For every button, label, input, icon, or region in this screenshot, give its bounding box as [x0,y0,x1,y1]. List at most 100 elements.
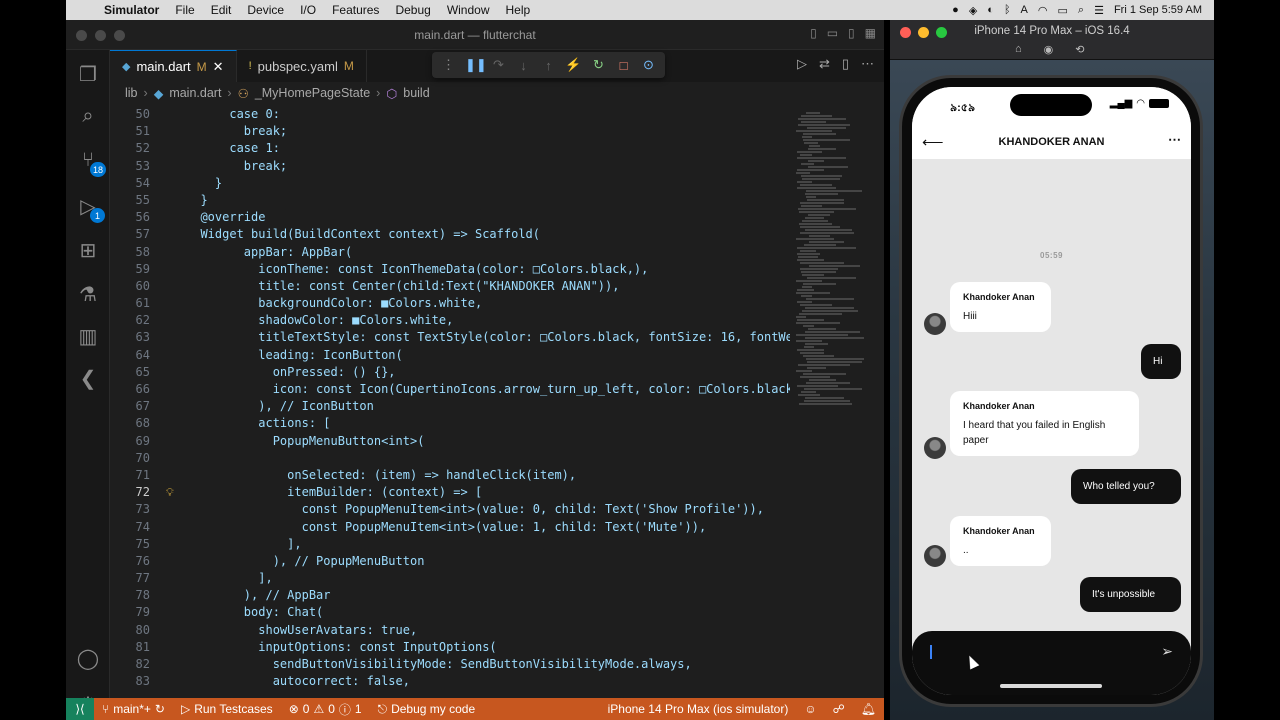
code-line[interactable]: 56 @override [110,209,790,226]
step-into-icon[interactable]: ↓ [515,58,532,73]
gutter[interactable] [166,673,186,690]
code-editor[interactable]: 50 case 0: 51 break; 52 case 1: 53 break; 54… [110,106,790,696]
code-line[interactable]: 55 } [110,192,790,209]
gutter[interactable] [166,192,186,209]
line-number[interactable]: 54 [110,175,166,192]
code-line[interactable]: 79 body: Chat( [110,604,790,621]
control-icon[interactable]: ◐ [987,4,994,16]
code-line[interactable]: 66 icon: const Icon(CupertinoIcons.arrow… [110,381,790,398]
menu-debug[interactable]: Debug [387,3,438,17]
gutter[interactable] [166,347,186,364]
menu-help[interactable]: Help [498,3,539,17]
control-center-icon[interactable]: ☰ [1094,4,1104,17]
menu-app-name[interactable]: Simulator [96,3,167,17]
device-selector[interactable]: iPhone 14 Pro Max (ios simulator) [600,702,797,716]
gutter[interactable] [166,295,186,312]
input-source-icon[interactable]: A [1021,4,1028,16]
run-icon[interactable]: ▷ [797,56,807,72]
pause-icon[interactable]: ❚❚ [465,57,487,73]
line-number[interactable]: 56 [110,209,166,226]
code-line[interactable]: 58 appBar: AppBar( [110,244,790,261]
lightbulb-icon[interactable]: 💡︎ [166,486,174,499]
code-line[interactable]: 71 onSelected: (item) => handleClick(ite… [110,467,790,484]
tab-main-dart[interactable]: ◆ main.dart M ✕ [110,50,237,82]
breadcrumb-class[interactable]: _MyHomePageState [255,86,370,100]
menu-edit[interactable]: Edit [203,3,240,17]
code-line[interactable]: 59 iconTheme: const IconThemeData(color:… [110,261,790,278]
line-number[interactable]: 76 [110,553,166,570]
wifi-icon[interactable]: ◠ [1038,4,1048,17]
customize-layout-icon[interactable]: ▦ [865,26,876,40]
line-number[interactable]: 67 [110,398,166,415]
line-number[interactable]: 78 [110,587,166,604]
code-line[interactable]: 64 leading: IconButton( [110,347,790,364]
testing-icon[interactable]: ⚗ [66,276,110,312]
avatar[interactable] [924,313,946,335]
notifications-icon[interactable]: 🔔︎ [853,702,884,716]
menubar-clock[interactable]: Fri 1 Sep 5:59 AM [1114,4,1202,16]
line-number[interactable]: 79 [110,604,166,621]
message-bubble-outgoing[interactable]: Who telled you? [1071,469,1181,504]
line-number[interactable]: 59 [110,261,166,278]
line-number[interactable]: 73 [110,501,166,518]
code-line[interactable]: 83 autocorrect: false, [110,673,790,690]
more-actions-icon[interactable]: ⋯ [861,56,874,72]
remote-indicator-icon[interactable]: ⟩⟨ [66,698,94,720]
toggle-secondary-icon[interactable]: ▯ [848,26,855,40]
avatar[interactable] [924,437,946,459]
code-line[interactable]: 53 break; [110,158,790,175]
gutter[interactable] [166,622,186,639]
minimize-button[interactable] [95,30,106,41]
menu-io[interactable]: I/O [292,3,324,17]
close-tab-icon[interactable]: ✕ [213,59,224,75]
line-number[interactable]: 64 [110,347,166,364]
code-line[interactable]: 67 ), // IconButton [110,398,790,415]
gutter[interactable] [166,433,186,450]
toggle-panel-icon[interactable]: ▭ [827,26,838,40]
battery-icon[interactable]: ▭ [1058,4,1068,17]
code-line[interactable]: 60 title: const Center(child:Text("KHAND… [110,278,790,295]
gutter[interactable]: 💡︎ [166,484,186,501]
code-line[interactable]: 75 ], [110,536,790,553]
gutter[interactable] [166,519,186,536]
send-icon[interactable]: ➢ [1161,643,1173,660]
breadcrumb-file[interactable]: main.dart [169,86,221,100]
line-number[interactable]: 72 [110,484,166,501]
inspect-widget-icon[interactable]: ⊙ [640,57,657,73]
gutter[interactable] [166,364,186,381]
line-number[interactable]: 62 [110,312,166,329]
code-line[interactable]: 57 Widget build(BuildContext context) =>… [110,226,790,243]
message-bubble-incoming[interactable]: Khandoker Anan .. [950,516,1051,566]
drag-handle-icon[interactable]: ⋮ [440,57,457,73]
line-number[interactable]: 80 [110,622,166,639]
gutter[interactable] [166,398,186,415]
copilot-icon[interactable]: ☺ [796,702,824,716]
gutter[interactable] [166,329,186,346]
code-line[interactable]: 61 backgroundColor: ■Colors.white, [110,295,790,312]
line-number[interactable]: 83 [110,673,166,690]
line-number[interactable]: 61 [110,295,166,312]
gutter[interactable] [166,639,186,656]
gutter[interactable] [166,450,186,467]
code-line[interactable]: 77 ], [110,570,790,587]
home-icon[interactable]: ⌂ [1015,43,1022,56]
gutter[interactable] [166,158,186,175]
run-testcases[interactable]: ▷ Run Testcases [173,702,281,716]
code-line[interactable]: 54 } [110,175,790,192]
rotate-icon[interactable]: ⟲ [1075,43,1084,56]
gutter[interactable] [166,278,186,295]
step-over-icon[interactable]: ↷ [490,57,507,73]
flutter-devtools-icon[interactable]: ▥ [66,318,110,354]
code-line[interactable]: 76 ), // PopupMenuButton [110,553,790,570]
line-number[interactable]: 75 [110,536,166,553]
gutter[interactable] [166,381,186,398]
gutter[interactable] [166,312,186,329]
minimap[interactable] [792,106,864,696]
code-line[interactable]: 69 PopupMenuButton<int>( [110,433,790,450]
gutter[interactable] [166,209,186,226]
breadcrumb-method[interactable]: build [403,86,429,100]
gutter[interactable] [166,123,186,140]
menu-features[interactable]: Features [324,3,387,17]
avatar[interactable] [924,545,946,567]
line-number[interactable]: 57 [110,226,166,243]
